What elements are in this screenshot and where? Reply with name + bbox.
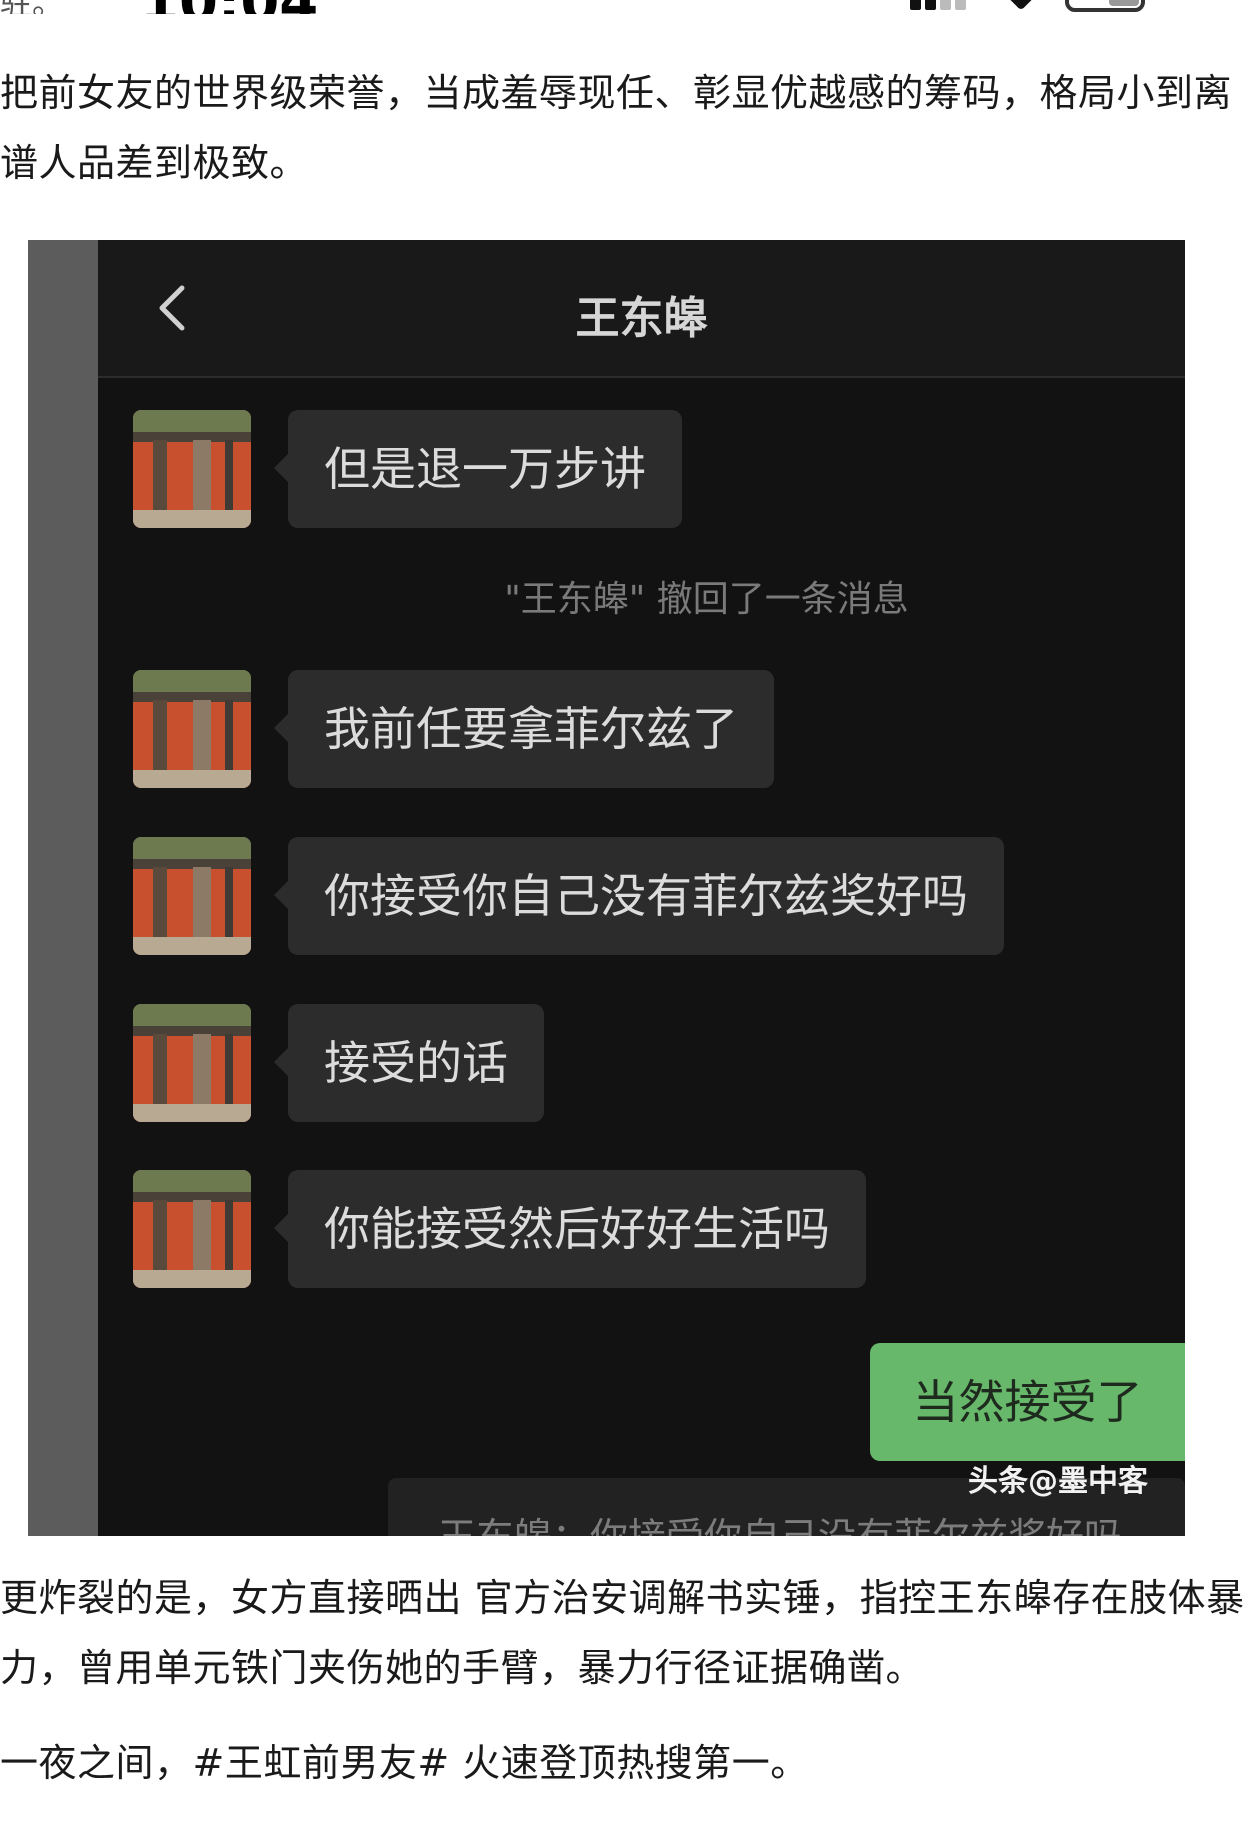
quoted-text: 王东皞：你接受你自己没有菲尔兹奖好吗 — [438, 1506, 1122, 1536]
wifi-icon — [1005, 0, 1037, 11]
chat-header: 王东皞 — [98, 240, 1185, 378]
avatar-image — [133, 670, 251, 788]
signal-icon — [910, 0, 970, 10]
screenshot-edge — [28, 240, 98, 1536]
recall-notice: "王东皞" 撤回了一条消息 — [504, 579, 909, 620]
chat-screenshot: 王东皞 但是退一万步讲 "王东皞" 撤回了一条消息 我前任要拿菲尔兹了 你接受你… — [28, 240, 1185, 1536]
sent-message-bubble: 当然接受了 — [870, 1343, 1185, 1461]
message-bubble: 接受的话 — [274, 1004, 544, 1122]
article-paragraph-3: 一夜之间，#王虹前男友# 火速登顶热搜第一。 — [0, 1741, 809, 1785]
avatar-image — [133, 1170, 251, 1288]
message-bubble: 我前任要拿菲尔兹了 — [274, 670, 774, 788]
avatar[interactable] — [133, 670, 251, 788]
article-paragraph-1: 把前女友的世界级荣誉，当成羞辱现任、彰显优越感的筹码，格局小到离谱人品差到极致。 — [0, 71, 1233, 185]
message-bubble: 但是退一万步讲 — [274, 410, 682, 528]
avatar-image — [133, 410, 251, 528]
avatar[interactable] — [133, 1170, 251, 1288]
message-bubble: 你接受你自己没有菲尔兹奖好吗 — [274, 837, 1004, 955]
battery-icon — [1065, 0, 1145, 12]
article-paragraph-2: 更炸裂的是，女方直接晒出 官方治安调解书实锤，指控王东皞存在肢体暴力，曾用单元铁… — [0, 1576, 1245, 1690]
status-fragment: 驻。 — [0, 0, 64, 14]
avatar-image — [133, 1004, 251, 1122]
message-bubble: 你能接受然后好好生活吗 — [274, 1170, 866, 1288]
avatar[interactable] — [133, 1004, 251, 1122]
status-time: 10:04 — [140, 0, 318, 14]
status-bar: 驻。 10:04 — [0, 0, 1250, 14]
watermark: 头条@墨中客 — [968, 1464, 1148, 1499]
chat-title: 王东皞 — [575, 293, 708, 344]
avatar-image — [133, 837, 251, 955]
avatar[interactable] — [133, 410, 251, 528]
avatar[interactable] — [133, 837, 251, 955]
